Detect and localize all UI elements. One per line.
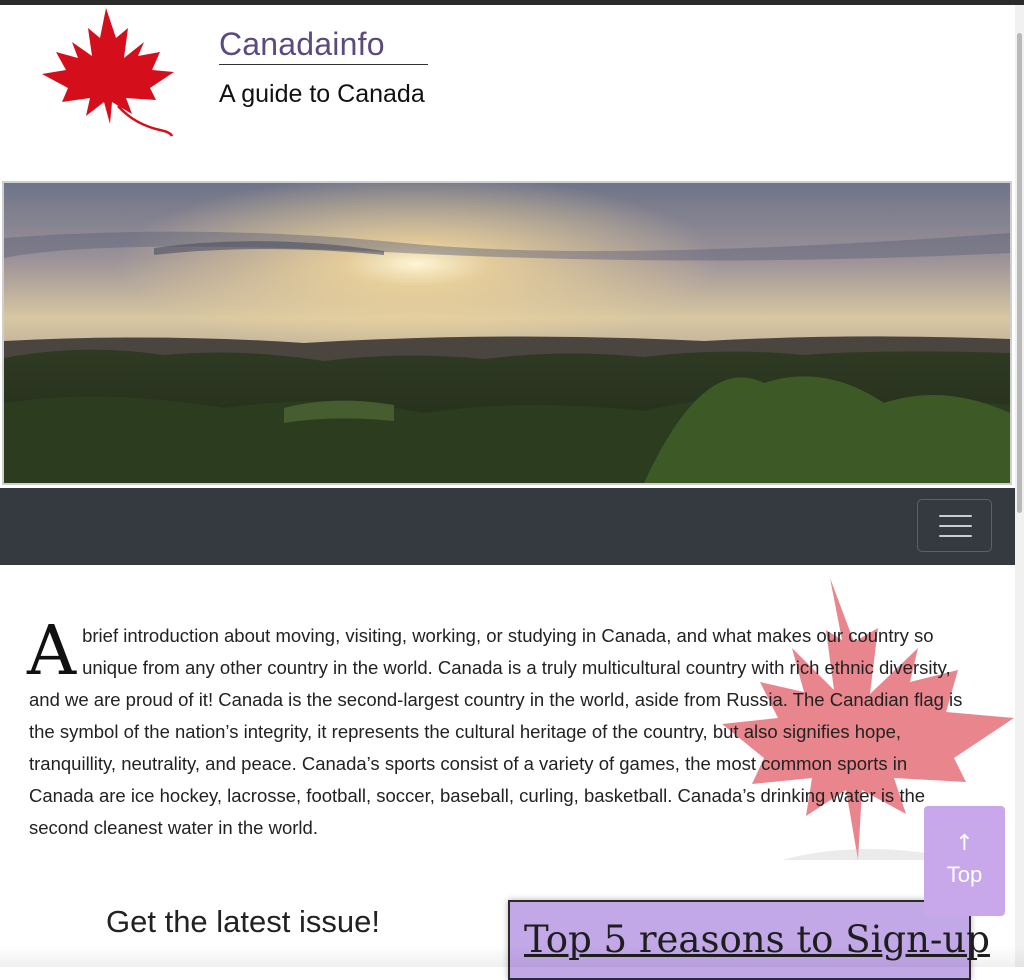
navbar bbox=[0, 488, 1015, 565]
back-to-top-button[interactable]: ↑ Top bbox=[924, 806, 1005, 916]
scrollbar[interactable] bbox=[1015, 5, 1024, 967]
drop-cap: A bbox=[27, 612, 77, 691]
hamburger-menu-icon[interactable] bbox=[917, 499, 992, 552]
arrow-up-icon: ↑ bbox=[955, 831, 974, 856]
intro-paragraph: A brief introduction about moving, visit… bbox=[27, 612, 964, 844]
maple-leaf-icon bbox=[42, 8, 174, 137]
hero-banner-image bbox=[2, 181, 1012, 485]
scrollbar-thumb[interactable] bbox=[1017, 33, 1022, 513]
signup-reasons-box: Top 5 reasons to Sign-up bbox=[508, 900, 990, 980]
latest-issue-heading: Get the latest issue! bbox=[106, 904, 380, 939]
intro-text: brief introduction about moving, visitin… bbox=[29, 625, 963, 838]
browser-top-edge bbox=[0, 0, 1024, 5]
site-tagline: A guide to Canada bbox=[219, 80, 425, 108]
site-title[interactable]: Canadainfo bbox=[219, 26, 385, 63]
signup-reasons-link[interactable]: Top 5 reasons to Sign-up bbox=[524, 918, 990, 961]
title-underline bbox=[219, 64, 428, 65]
back-to-top-label: Top bbox=[946, 862, 983, 887]
